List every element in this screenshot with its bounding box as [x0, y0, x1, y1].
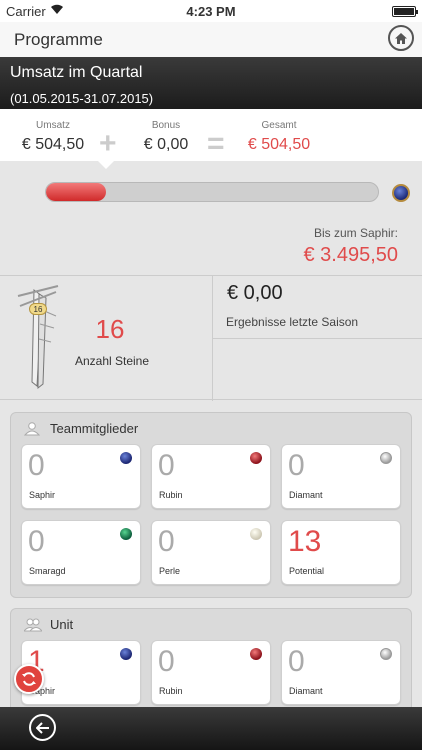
team-header: Teammitglieder — [23, 421, 139, 436]
battery-icon — [392, 6, 418, 17]
stones-pin-icon — [17, 285, 59, 390]
gesamt-label: Gesamt — [261, 120, 297, 131]
plus-sign: + — [99, 127, 117, 160]
card-label: Smaragd — [29, 566, 66, 576]
horizontal-divider — [212, 338, 422, 339]
person-icon — [23, 421, 41, 436]
team-card-smaragd[interactable]: 0 Smaragd — [21, 520, 141, 585]
bis-saphir-label: Bis zum Saphir: — [313, 226, 398, 240]
card-label: Potential — [289, 566, 325, 576]
home-button[interactable] — [388, 25, 414, 51]
summary-pointer — [97, 160, 115, 169]
umsatz-label: Umsatz — [36, 120, 70, 131]
quarter-title: Umsatz im Quartal — [10, 64, 143, 81]
stones-badge: 16 — [29, 303, 47, 315]
stones-count: 16 — [95, 314, 125, 344]
saison-value: € 0,00 — [227, 282, 283, 304]
unit-header-label: Unit — [50, 617, 74, 632]
card-value: 0 — [158, 525, 175, 558]
umsatz-value: € 504,50 — [21, 136, 85, 153]
team-card-perle[interactable]: 0 Perle — [151, 520, 271, 585]
saphir-gem-icon — [120, 648, 132, 660]
smaragd-gem-icon — [120, 528, 132, 540]
quarter-header: Umsatz im Quartal (01.05.2015-31.07.2015… — [0, 57, 422, 109]
card-label: Perle — [159, 566, 181, 576]
unit-header: Unit — [22, 617, 74, 632]
clock: 4:23 PM — [186, 4, 236, 19]
refresh-button[interactable] — [14, 664, 44, 694]
rubin-gem-icon — [250, 648, 262, 660]
refresh-icon — [22, 672, 36, 686]
back-button[interactable] — [29, 714, 56, 741]
saison-label: Ergebnisse letzte Saison — [226, 315, 359, 329]
saphir-progress-bar — [45, 182, 379, 202]
diamant-gem-icon — [380, 452, 392, 464]
team-members-group: Teammitglieder 0 Saphir 0 Rubin 0 Diaman… — [10, 412, 412, 598]
saphir-gem-icon — [392, 184, 410, 202]
home-icon — [395, 32, 407, 44]
card-label: Saphir — [29, 490, 56, 500]
team-header-label: Teammitglieder — [50, 421, 139, 436]
rubin-gem-icon — [250, 452, 262, 464]
team-card-saphir[interactable]: 0 Saphir — [21, 444, 141, 509]
card-label: Rubin — [159, 490, 183, 500]
nav-bar: Programme — [0, 22, 422, 57]
quarter-period: (01.05.2015-31.07.2015) — [10, 91, 154, 106]
unit-card-diamant[interactable]: 0 Diamant — [281, 640, 401, 705]
team-card-potential[interactable]: 13 Potential — [281, 520, 401, 585]
team-card-rubin[interactable]: 0 Rubin — [151, 444, 271, 509]
status-bar: Carrier 4:23 PM — [0, 0, 422, 22]
revenue-summary: Umsatz € 504,50 + Bonus € 0,00 = Gesamt … — [0, 109, 422, 161]
equals-sign: = — [207, 127, 225, 160]
bonus-label: Bonus — [151, 120, 181, 131]
card-label: Diamant — [289, 490, 323, 500]
back-arrow-icon — [35, 721, 49, 734]
diamant-gem-icon — [380, 648, 392, 660]
unit-card-rubin[interactable]: 0 Rubin — [151, 640, 271, 705]
card-value: 0 — [158, 645, 175, 678]
page-title: Programme — [14, 30, 103, 49]
bonus-value: € 0,00 — [143, 136, 189, 153]
card-label: Diamant — [289, 686, 323, 696]
card-value: 0 — [28, 525, 45, 558]
team-card-diamant[interactable]: 0 Diamant — [281, 444, 401, 509]
card-value: 0 — [158, 449, 175, 482]
card-label: Rubin — [159, 686, 183, 696]
gesamt-value: € 504,50 — [247, 136, 311, 153]
card-value: 0 — [288, 645, 305, 678]
bis-saphir-value: € 3.495,50 — [303, 244, 398, 266]
stones-label: Anzahl Steine — [74, 354, 150, 368]
perle-gem-icon — [250, 528, 262, 540]
progress-fill — [46, 183, 106, 201]
people-icon — [22, 618, 44, 632]
card-value: 0 — [288, 449, 305, 482]
unit-group: Unit 1 Saphir 0 Rubin 0 Diamant — [10, 608, 412, 718]
saphir-gem-icon — [120, 452, 132, 464]
card-value: 13 — [288, 525, 322, 558]
card-value: 0 — [28, 449, 45, 482]
bottom-toolbar — [0, 707, 422, 750]
